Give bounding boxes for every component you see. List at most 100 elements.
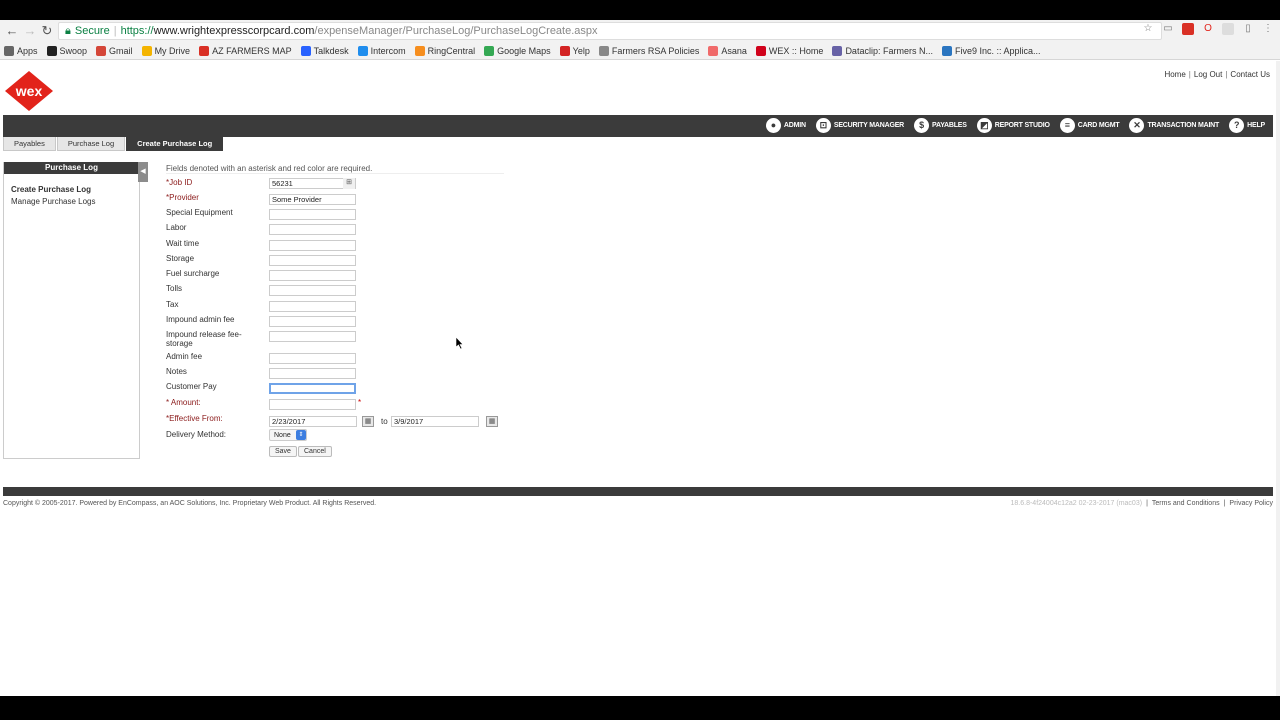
nav-item-payables[interactable]: $ PAYABLES	[914, 118, 967, 133]
sidebar-item-manage-purchase-logs[interactable]: Manage Purchase Logs	[11, 197, 139, 206]
home-link[interactable]: Home	[1164, 70, 1185, 79]
bookmark-item[interactable]: Asana	[708, 45, 747, 56]
save-button[interactable]: Save	[269, 446, 297, 457]
nav-label: HELP	[1247, 122, 1265, 129]
to-label: to	[381, 417, 388, 426]
bookmark-item[interactable]: WEX :: Home	[755, 45, 823, 56]
bookmark-favicon-icon	[832, 45, 843, 56]
provider-label: *Provider	[166, 193, 199, 202]
delivery-label: Delivery Method:	[166, 430, 227, 439]
date-to-input[interactable]: 3/9/2017	[391, 416, 479, 427]
bookmark-label: Talkdesk	[313, 45, 349, 56]
nav-label: ADMIN	[783, 122, 806, 129]
reload-icon[interactable]: ↻	[39, 23, 55, 39]
bookmark-favicon-icon	[141, 45, 152, 56]
delivery-method-select[interactable]: None ⇕	[269, 429, 307, 441]
copyright-text: Copyright © 2005-2017. Powered by EnComp…	[3, 500, 377, 507]
bookmark-item[interactable]: RingCentral	[414, 45, 475, 56]
bookmark-favicon-icon	[357, 45, 368, 56]
field-input[interactable]	[269, 368, 356, 379]
nav-item-card-mgmt[interactable]: ≡ CARD MGMT	[1059, 118, 1120, 133]
field-input[interactable]	[269, 285, 356, 296]
field-label: Admin fee	[166, 352, 203, 361]
nav-label: REPORT STUDIO	[994, 122, 1050, 129]
calendar-icon[interactable]: ▦	[362, 416, 374, 427]
url-scheme: https://	[120, 25, 154, 37]
url-path: /expenseManager/PurchaseLog/PurchaseLogC…	[314, 25, 598, 37]
nav-item-transaction-maint[interactable]: ✕ TRANSACTION MAINT	[1129, 118, 1219, 133]
dollar-icon: $	[914, 118, 930, 133]
nav-item-help[interactable]: ? HELP	[1229, 118, 1265, 133]
bookmark-item[interactable]: Google Maps	[484, 45, 551, 56]
field-input[interactable]	[269, 316, 356, 327]
bookmark-item[interactable]: Swoop	[46, 45, 88, 56]
bookmark-item[interactable]: Talkdesk	[300, 45, 349, 56]
main-nav: ● ADMIN ⊡ SECURITY MANAGER $ PAYABLES ◩ REPORT …	[3, 115, 1273, 137]
cast-icon[interactable]: ▭	[1162, 23, 1174, 35]
menu-icon[interactable]: ⋮	[1262, 23, 1274, 35]
bookmark-item[interactable]: Farmers RSA Policies	[598, 45, 699, 56]
forward-icon[interactable]: →	[22, 23, 38, 39]
field-input[interactable]	[269, 383, 356, 394]
field-input[interactable]	[269, 209, 356, 220]
card-icon: ≡	[1059, 118, 1075, 133]
field-label: Impound admin fee	[166, 315, 235, 324]
field-input[interactable]	[269, 331, 356, 342]
star-icon[interactable]: ☆	[1142, 23, 1154, 35]
nav-item-report-studio[interactable]: ◩ REPORT STUDIO	[976, 118, 1050, 133]
field-input[interactable]	[269, 353, 356, 364]
field-input[interactable]	[269, 255, 356, 266]
version-text: 18.6.8-4f24004c12a2 02-23-2017 (mac03)	[1010, 500, 1143, 507]
nav-item-admin[interactable]: ● ADMIN	[765, 118, 806, 133]
bookmark-item[interactable]: Yelp	[559, 45, 590, 56]
logout-link[interactable]: Log Out	[1194, 70, 1222, 79]
url-bar[interactable]: 🔒︎ Secure | https://www.wrightexpresscorpca…	[58, 22, 1162, 40]
sidebar-item-create-purchase-log[interactable]: Create Purchase Log	[11, 185, 139, 194]
provider-input[interactable]: Some Provider	[269, 194, 356, 205]
bookmark-item[interactable]: Gmail	[96, 45, 133, 56]
breadcrumb: Payables Purchase Log Create Purchase Lo…	[3, 137, 224, 151]
nav-item-security-manager[interactable]: ⊡ SECURITY MANAGER	[815, 118, 904, 133]
opera-icon[interactable]: O	[1202, 23, 1214, 35]
field-label: Storage	[166, 254, 195, 263]
lookup-icon[interactable]: ⊞	[343, 178, 355, 189]
wex-logo[interactable]: wex	[4, 70, 54, 112]
breadcrumb-purchase-log[interactable]: Purchase Log	[56, 137, 126, 151]
nav-label: TRANSACTION MAINT	[1147, 122, 1220, 129]
footer: Copyright © 2005-2017. Powered by EnComp…	[3, 500, 1273, 507]
bookmark-favicon-icon	[708, 45, 719, 56]
amount-input[interactable]	[269, 399, 356, 410]
bookmark-item[interactable]: Intercom	[357, 45, 406, 56]
trash-icon[interactable]: ▯	[1242, 23, 1254, 35]
bookmark-item[interactable]: Apps	[4, 45, 38, 56]
terms-link[interactable]: Terms and Conditions	[1152, 500, 1220, 507]
field-input[interactable]	[269, 240, 356, 251]
nav-label: PAYABLES	[932, 122, 967, 129]
back-icon[interactable]: ←	[4, 23, 20, 39]
tools-icon: ✕	[1129, 118, 1145, 133]
field-label: Special Equipment	[166, 208, 233, 217]
bookmark-label: Swoop	[59, 45, 88, 56]
cancel-button[interactable]: Cancel	[298, 446, 332, 457]
privacy-link[interactable]: Privacy Policy	[1229, 500, 1273, 507]
extension-icon[interactable]	[1222, 23, 1234, 35]
field-input[interactable]	[269, 301, 356, 312]
bookmark-label: Intercom	[370, 45, 406, 56]
contact-link[interactable]: Contact Us	[1230, 70, 1270, 79]
date-from-input[interactable]: 2/23/2017	[269, 416, 357, 427]
bookmark-item[interactable]: Five9 Inc. :: Applica...	[941, 45, 1041, 56]
address-bar-row: ← → ↻ 🔒︎ Secure | https://www.wrightexpress…	[0, 20, 1280, 42]
calendar-icon[interactable]: ▦	[486, 416, 498, 427]
collapse-sidebar-button[interactable]: ◀	[138, 162, 148, 182]
bookmark-item[interactable]: My Drive	[141, 45, 190, 56]
effective-label: *Effective From:	[166, 414, 223, 423]
breadcrumb-payables[interactable]: Payables	[3, 137, 56, 151]
nav-label: CARD MGMT	[1077, 122, 1120, 129]
bookmark-item[interactable]: Dataclip: Farmers N...	[832, 45, 933, 56]
extension-icon[interactable]	[1182, 23, 1194, 35]
bookmark-item[interactable]: AZ FARMERS MAP	[199, 45, 292, 56]
field-input[interactable]	[269, 270, 356, 281]
footer-bar	[3, 487, 1273, 496]
field-input[interactable]	[269, 224, 356, 235]
scrollbar[interactable]	[1276, 61, 1280, 696]
